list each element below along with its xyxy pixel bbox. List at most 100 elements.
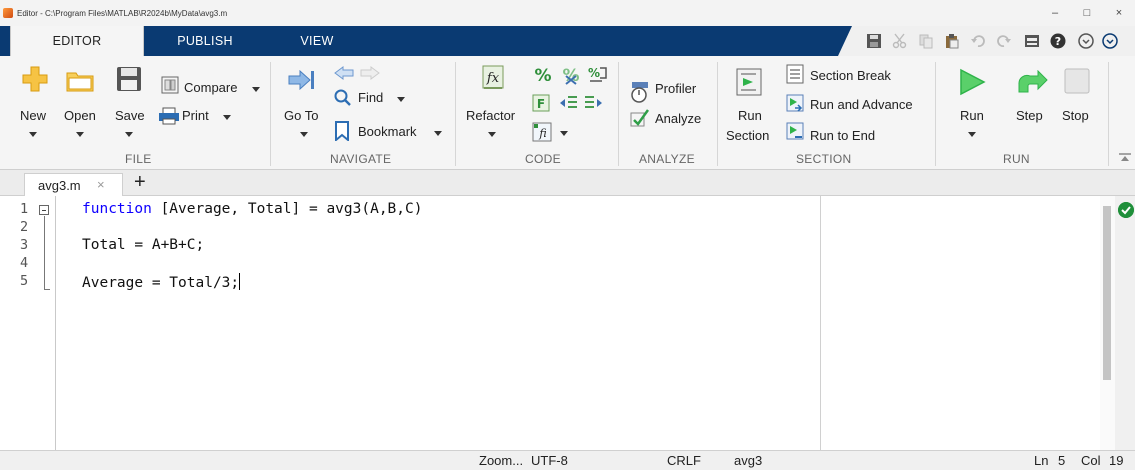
goto-dropdown-caret[interactable] [300, 132, 308, 137]
file-section-label: FILE [125, 152, 152, 166]
bookmark-dropdown-caret[interactable] [434, 131, 442, 136]
save-icon[interactable] [866, 33, 882, 49]
print-button[interactable]: Print [182, 108, 209, 123]
more-options-icon[interactable] [1102, 33, 1118, 49]
compare-button[interactable]: Compare [184, 80, 237, 95]
line-number: 2 [20, 219, 29, 235]
new-dropdown-caret[interactable] [29, 132, 37, 137]
new-button[interactable]: New [20, 108, 46, 123]
tab-view[interactable]: VIEW [282, 26, 352, 56]
analyze-button[interactable]: Analyze [655, 111, 701, 126]
expand-menu-icon[interactable] [1078, 33, 1094, 49]
status-bar: Zoom... UTF-8 CRLF avg3 Ln 5 Col 19 [0, 450, 1135, 470]
zoom-control[interactable]: Zoom... [479, 453, 523, 468]
svg-text:%: % [534, 66, 551, 86]
fold-guide-line [44, 216, 45, 290]
forward-arrow-icon[interactable] [360, 66, 380, 80]
comment-icon[interactable]: % [532, 64, 554, 86]
increase-indent-icon[interactable] [584, 94, 604, 112]
decrease-indent-icon[interactable] [558, 94, 578, 112]
uncomment-icon[interactable]: % [560, 64, 582, 86]
bookmark-button[interactable]: Bookmark [358, 124, 417, 139]
maximize-button[interactable]: □ [1072, 0, 1102, 26]
vertical-scrollbar[interactable] [1100, 196, 1115, 450]
insert-function-icon[interactable]: fi [532, 122, 552, 142]
profiler-button[interactable]: Profiler [655, 81, 696, 96]
profiler-icon[interactable] [630, 81, 650, 103]
open-folder-icon[interactable] [66, 70, 94, 92]
run-section-button-line1[interactable]: Run [738, 108, 762, 123]
save-file-icon[interactable] [116, 66, 142, 92]
refactor-button[interactable]: Refactor [466, 108, 515, 123]
close-window-button[interactable]: × [1104, 0, 1134, 26]
minimize-button[interactable]: – [1040, 0, 1070, 26]
scrollbar-thumb[interactable] [1103, 206, 1111, 380]
run-section-icon[interactable] [736, 68, 762, 96]
code-editor[interactable]: 1 2 3 4 5 function [Average, Total] = av… [0, 196, 1115, 450]
run-to-end-button[interactable]: Run to End [810, 128, 875, 143]
bookmark-icon[interactable] [335, 121, 349, 141]
print-icon[interactable] [158, 107, 180, 125]
run-button[interactable]: Run [960, 108, 984, 123]
divider [717, 62, 718, 166]
copy-icon[interactable] [918, 33, 934, 49]
svg-text:%: % [562, 66, 579, 86]
open-dropdown-caret[interactable] [76, 132, 84, 137]
undo-icon[interactable] [970, 33, 986, 49]
close-tab-icon[interactable]: × [97, 177, 105, 192]
analyze-icon[interactable] [630, 108, 650, 128]
code-line: function [Average, Total] = avg3(A,B,C) [82, 201, 422, 217]
code-line: Average = Total/3; [82, 273, 241, 291]
find-icon[interactable] [334, 89, 352, 107]
code-analyzer-ok-icon[interactable] [1118, 202, 1134, 218]
redo-icon[interactable] [996, 33, 1012, 49]
section-break-button[interactable]: Section Break [810, 68, 891, 83]
step-button[interactable]: Step [1016, 108, 1043, 123]
step-icon[interactable] [1016, 70, 1048, 94]
print-dropdown-caret[interactable] [223, 115, 231, 120]
divider [270, 62, 271, 166]
section-break-icon[interactable] [786, 64, 804, 84]
goto-button[interactable]: Go To [284, 108, 318, 123]
goto-icon[interactable] [288, 70, 316, 90]
paste-icon[interactable] [944, 33, 960, 49]
back-arrow-icon[interactable] [334, 66, 354, 80]
add-tab-button[interactable]: + [134, 171, 146, 194]
find-button[interactable]: Find [358, 90, 383, 105]
collapse-ribbon-icon[interactable] [1119, 152, 1131, 162]
refactor-dropdown-caret[interactable] [488, 132, 496, 137]
find-dropdown-caret[interactable] [397, 97, 405, 102]
tab-publish[interactable]: PUBLISH [150, 26, 260, 56]
save-button[interactable]: Save [115, 108, 145, 123]
col-value: 19 [1109, 453, 1124, 468]
fold-toggle-icon[interactable] [39, 205, 49, 215]
quick-access-toolbar: ? [838, 26, 1135, 56]
insert-function-caret[interactable] [560, 131, 568, 136]
tab-editor[interactable]: EDITOR [10, 26, 144, 56]
cut-icon[interactable] [892, 33, 908, 49]
layout-icon[interactable] [1024, 33, 1040, 49]
save-dropdown-caret[interactable] [125, 132, 133, 137]
help-icon[interactable]: ? [1050, 33, 1066, 49]
code-line: Total = A+B+C; [82, 237, 204, 253]
run-dropdown-caret[interactable] [968, 132, 976, 137]
encoding-indicator[interactable]: UTF-8 [531, 453, 568, 468]
run-icon[interactable] [958, 68, 986, 96]
line-ending-indicator[interactable]: CRLF [667, 453, 701, 468]
run-and-advance-button[interactable]: Run and Advance [810, 97, 913, 112]
run-to-end-icon[interactable] [786, 122, 804, 140]
compare-dropdown-caret[interactable] [252, 87, 260, 92]
compare-icon[interactable] [161, 76, 179, 94]
new-file-icon[interactable] [22, 66, 48, 92]
ln-value: 5 [1058, 453, 1066, 468]
wrap-comments-icon[interactable]: % [586, 64, 608, 86]
refactor-fx-icon[interactable]: fx [480, 64, 506, 92]
open-button[interactable]: Open [64, 108, 96, 123]
run-and-advance-icon[interactable] [786, 94, 804, 112]
divider [1108, 62, 1109, 166]
stop-button[interactable]: Stop [1062, 108, 1089, 123]
run-section-button-line2[interactable]: Section [726, 128, 769, 143]
doc-tab-avg3[interactable]: avg3.m × [24, 173, 123, 197]
stop-icon[interactable] [1064, 68, 1090, 94]
smart-indent-icon[interactable]: F [532, 94, 550, 112]
